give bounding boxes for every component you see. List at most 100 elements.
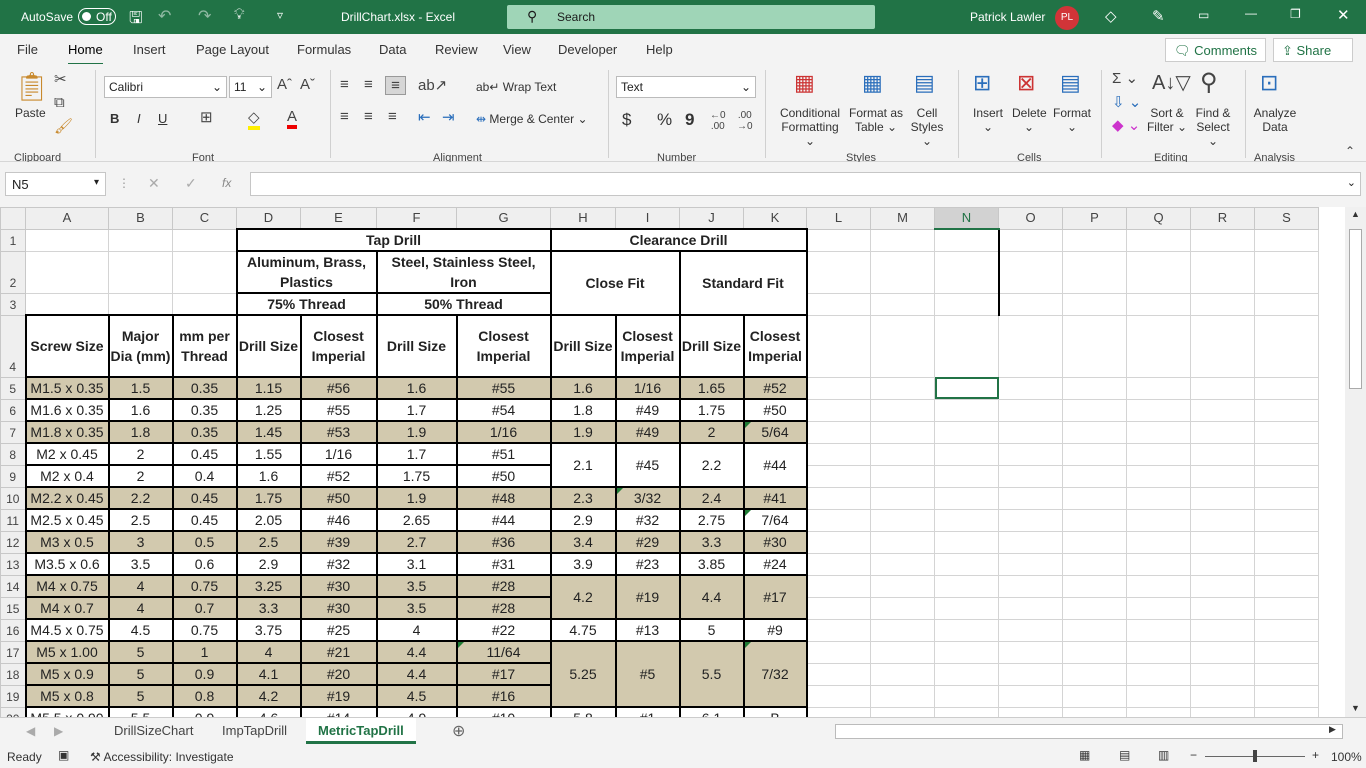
insert-cells-icon[interactable]: ⊞ <box>973 70 991 96</box>
empty-cell[interactable] <box>1254 292 1319 316</box>
screw-size-cell[interactable]: M2 x 0.4 <box>24 464 110 488</box>
data-cell[interactable]: 1.15 <box>235 376 302 400</box>
borders-icon[interactable]: ⊞ <box>200 108 213 126</box>
empty-cell[interactable] <box>1126 376 1191 400</box>
data-cell[interactable]: 1.8 <box>107 420 174 444</box>
redo-icon[interactable]: ↷ <box>198 6 211 26</box>
clearance-cell[interactable]: 4.2 <box>549 574 617 620</box>
empty-cell[interactable] <box>934 292 1000 316</box>
empty-cell[interactable] <box>1190 376 1255 400</box>
data-cell[interactable]: 5.5 <box>107 706 174 717</box>
data-cell[interactable]: #22 <box>455 618 552 642</box>
empty-cell[interactable] <box>934 618 999 642</box>
column-header-G[interactable]: G <box>456 207 551 230</box>
font-size-select[interactable]: 11 ⌄ <box>229 76 272 98</box>
clearance-cell[interactable]: #50 <box>742 398 808 422</box>
empty-cell[interactable] <box>1062 464 1127 488</box>
align-top-icon[interactable]: ≡ <box>340 76 349 93</box>
empty-cell[interactable] <box>870 250 935 294</box>
empty-cell[interactable] <box>1126 250 1191 294</box>
empty-cell[interactable] <box>934 574 999 598</box>
empty-cell[interactable] <box>1254 640 1319 664</box>
cancel-icon[interactable]: ✕ <box>148 175 160 192</box>
empty-cell[interactable] <box>998 420 1063 444</box>
zoom-in-icon[interactable]: + <box>1312 748 1319 762</box>
data-cell[interactable]: 4.4 <box>375 640 458 664</box>
clearance-cell[interactable]: #9 <box>742 618 808 642</box>
data-cell[interactable]: 4 <box>107 596 174 620</box>
undo-icon[interactable]: ↶ <box>158 6 171 26</box>
screw-size-cell[interactable]: M3.5 x 0.6 <box>24 552 110 576</box>
clearance-cell[interactable]: 5.8 <box>549 706 617 717</box>
clearance-cell[interactable]: 1/16 <box>614 376 681 400</box>
empty-cell[interactable] <box>998 574 1063 598</box>
empty-cell[interactable] <box>870 292 935 316</box>
autosave-toggle[interactable]: Off <box>78 8 116 25</box>
accessibility-status[interactable]: ⚒ Accessibility: Investigate <box>90 750 234 764</box>
conditional-formatting-button[interactable]: Conditional Formatting ⌄ <box>778 106 842 148</box>
close-icon[interactable]: ✕ <box>1337 6 1350 24</box>
tab-home[interactable]: Home <box>68 42 103 66</box>
empty-cell[interactable] <box>1062 228 1127 252</box>
find-select-button[interactable]: Find & Select ⌄ <box>1190 106 1236 148</box>
data-cell[interactable]: #16 <box>455 684 552 708</box>
copy-icon[interactable]: ⧉ <box>54 94 65 111</box>
data-cell[interactable]: 2 <box>107 464 174 488</box>
empty-cell[interactable] <box>1254 618 1319 642</box>
tab-view[interactable]: View <box>503 42 531 57</box>
empty-cell[interactable] <box>1190 486 1255 510</box>
empty-cell[interactable] <box>934 684 999 708</box>
data-cell[interactable]: #55 <box>455 376 552 400</box>
empty-cell[interactable] <box>870 530 935 554</box>
data-cell[interactable]: 0.45 <box>171 442 238 466</box>
row-header-4[interactable]: 4 <box>0 314 26 378</box>
empty-cell[interactable] <box>870 508 935 532</box>
row-header-19[interactable]: 19 <box>0 684 26 708</box>
empty-cell[interactable] <box>870 640 935 664</box>
data-cell[interactable]: 0.75 <box>171 618 238 642</box>
scroll-down-icon[interactable]: ▼ <box>1351 703 1360 713</box>
row-header-9[interactable]: 9 <box>0 464 26 488</box>
screw-size-cell[interactable]: M4.5 x 0.75 <box>24 618 110 642</box>
data-cell[interactable]: #55 <box>299 398 378 422</box>
screw-size-cell[interactable]: M2.2 x 0.45 <box>24 486 110 510</box>
empty-cell[interactable] <box>998 552 1063 576</box>
row-header-13[interactable]: 13 <box>0 552 26 576</box>
data-cell[interactable]: 4.1 <box>235 662 302 686</box>
screw-size-cell[interactable]: M3 x 0.5 <box>24 530 110 554</box>
prev-sheet-icon[interactable]: ◀ <box>26 724 35 738</box>
decrease-decimal-icon[interactable]: .00 →0 <box>737 110 753 132</box>
empty-cell[interactable] <box>998 398 1063 422</box>
clearance-cell[interactable]: 1.6 <box>549 376 617 400</box>
empty-cell[interactable] <box>998 640 1063 664</box>
data-cell[interactable]: 0.6 <box>171 552 238 576</box>
row-header-20[interactable]: 20 <box>0 706 26 717</box>
find-select-icon[interactable]: ⚲ <box>1200 68 1218 97</box>
empty-cell[interactable] <box>934 662 999 686</box>
insert-cells-button[interactable]: Insert ⌄ <box>972 106 1004 134</box>
empty-cell[interactable] <box>934 530 999 554</box>
empty-cell[interactable] <box>870 596 935 620</box>
empty-cell[interactable] <box>870 420 935 444</box>
align-bottom-icon[interactable]: ≡ <box>385 76 406 95</box>
data-cell[interactable]: 1.6 <box>235 464 302 488</box>
data-cell[interactable]: #56 <box>299 376 378 400</box>
data-cell[interactable]: 3 <box>107 530 174 554</box>
column-title[interactable]: Drill Size <box>235 314 302 378</box>
empty-cell[interactable] <box>1062 706 1127 717</box>
data-cell[interactable]: #30 <box>299 596 378 620</box>
empty-cell[interactable] <box>1062 314 1127 378</box>
data-cell[interactable]: #46 <box>299 508 378 532</box>
clearance-cell[interactable]: 2.4 <box>678 486 745 510</box>
clearance-cell[interactable]: 1.65 <box>678 376 745 400</box>
wrap-text-button[interactable]: ab↵ Wrap Text <box>476 80 556 94</box>
empty-cell[interactable] <box>1190 420 1255 444</box>
empty-cell[interactable] <box>806 574 871 598</box>
select-all-corner[interactable] <box>0 207 26 230</box>
name-box[interactable]: N5 ▾ <box>5 172 106 196</box>
data-cell[interactable]: 1.6 <box>107 398 174 422</box>
formula-input[interactable]: ⌄ <box>250 172 1361 196</box>
clearance-cell[interactable]: 5.5 <box>678 640 745 708</box>
data-cell[interactable]: #20 <box>299 662 378 686</box>
comma-button[interactable]: 9 <box>685 110 694 130</box>
